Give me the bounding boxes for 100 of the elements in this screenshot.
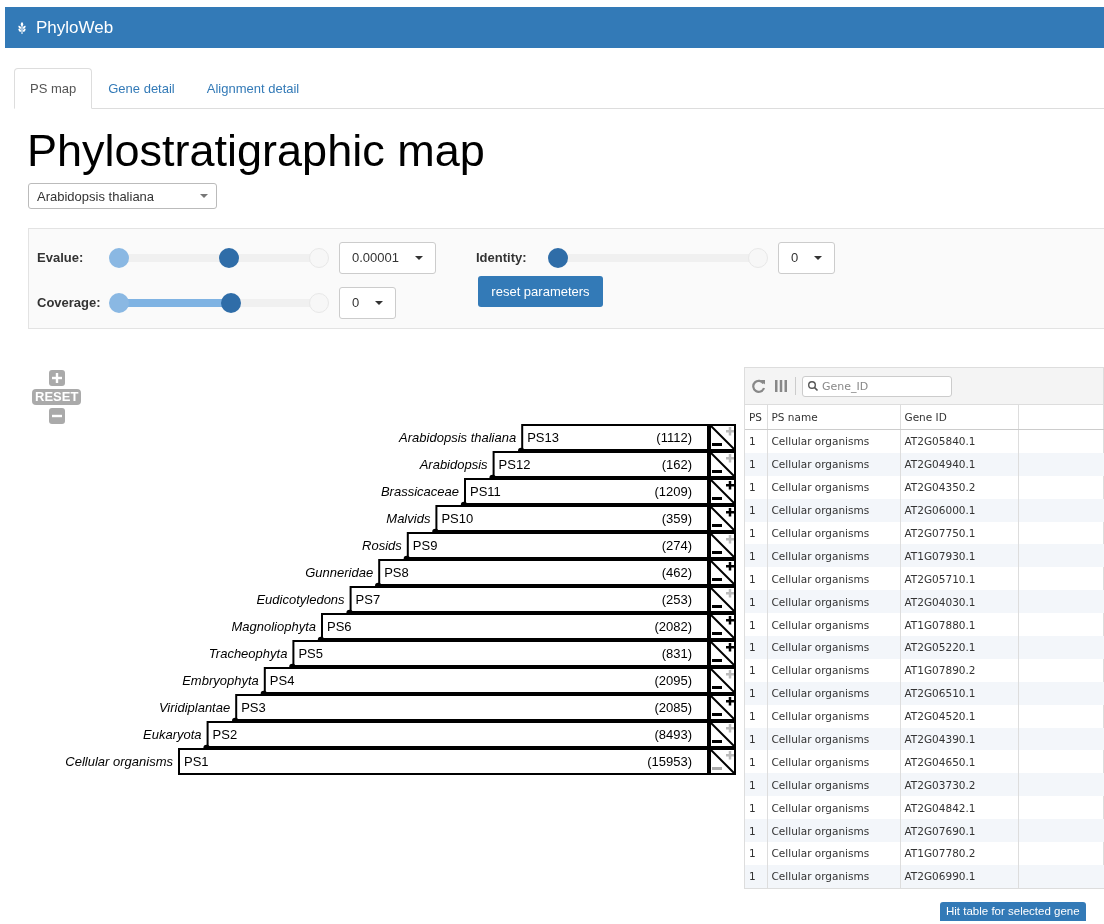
- collapse-expand-icon[interactable]: [709, 667, 736, 694]
- collapse-expand-icon[interactable]: [709, 532, 736, 559]
- table-cell: AT2G03730.2: [900, 773, 1018, 797]
- taxon-label: Viridiplantae: [158, 700, 231, 715]
- stratum-label: PS10: [441, 511, 474, 526]
- slider-handle[interactable]: [221, 292, 241, 313]
- stratum-bar[interactable]: [492, 451, 709, 478]
- table-cell: AT2G07690.1: [900, 819, 1018, 843]
- table-cell: Cellular organisms: [767, 544, 900, 568]
- range-slider[interactable]: [548, 246, 768, 269]
- table-cell: 1: [745, 704, 767, 728]
- slider-handle[interactable]: [219, 247, 239, 268]
- stratum-label: PS4: [269, 673, 295, 688]
- value-dropdown[interactable]: 0: [339, 286, 397, 319]
- taxon-label: Malvids: [386, 511, 431, 526]
- taxon-label: Tracheophyta: [208, 646, 288, 661]
- page-heading: Phylostratigraphic map: [27, 125, 486, 177]
- table-cell: 1: [745, 658, 767, 682]
- refresh-icon[interactable]: [751, 378, 767, 394]
- table-cell: 1: [745, 819, 767, 843]
- collapse-expand-icon[interactable]: [709, 640, 736, 667]
- filter-label: Coverage:: [37, 295, 102, 310]
- collapse-expand-icon[interactable]: [709, 694, 736, 721]
- stratum-label: PS7: [355, 592, 381, 607]
- slider-handle[interactable]: [109, 247, 129, 268]
- table-cell: 1: [745, 842, 767, 865]
- stratum-bar[interactable]: [321, 613, 709, 640]
- hit-table-button[interactable]: Hit table for selected gene: [940, 901, 1086, 921]
- column-header[interactable]: Gene ID: [900, 405, 1018, 430]
- column-header[interactable]: PS name: [767, 405, 900, 430]
- stratum-bar[interactable]: [206, 721, 709, 748]
- stratum-bar[interactable]: [521, 424, 709, 451]
- collapse-expand-icon[interactable]: [709, 451, 736, 478]
- stratum-bar[interactable]: [349, 586, 709, 613]
- stratum-bar[interactable]: [235, 694, 709, 721]
- gene-count: (162): [661, 457, 692, 472]
- column-header[interactable]: PS: [745, 405, 767, 430]
- stratum-bar[interactable]: [378, 559, 709, 586]
- table-cell: AT2G06510.1: [900, 681, 1018, 705]
- collapse-expand-icon[interactable]: [709, 748, 736, 775]
- stratum-bar[interactable]: [178, 748, 709, 775]
- range-slider[interactable]: [109, 291, 329, 314]
- table-cell: AT2G05840.1: [900, 429, 1018, 453]
- collapse-expand-icon[interactable]: [709, 505, 736, 532]
- stratum-bar[interactable]: [292, 640, 709, 667]
- table-cell: AT2G04520.1: [900, 704, 1018, 728]
- table-cell: 1: [745, 429, 767, 453]
- table-cell: Cellular organisms: [767, 590, 900, 614]
- gene-count: (253): [661, 592, 692, 607]
- collapse-expand-icon[interactable]: [709, 478, 736, 505]
- table-cell: AT2G04030.1: [900, 590, 1018, 614]
- gene-count: (831): [661, 646, 692, 661]
- table-cell: Cellular organisms: [767, 452, 900, 476]
- tab[interactable]: PS map: [14, 68, 93, 109]
- table-cell: AT1G07780.2: [900, 842, 1018, 865]
- gene-count: (1209): [654, 484, 692, 499]
- value-dropdown[interactable]: 0.00001: [339, 241, 436, 274]
- table-cell: Cellular organisms: [767, 819, 900, 843]
- tab[interactable]: Alignment detail: [190, 68, 316, 109]
- stratum-bar[interactable]: [464, 478, 709, 505]
- gene-count: (2082): [654, 619, 692, 634]
- search-field[interactable]: Gene_ID: [802, 375, 952, 397]
- table-cell: AT2G04940.1: [900, 452, 1018, 476]
- stratum-label: PS5: [298, 646, 323, 661]
- taxon-label: Rosids: [362, 538, 402, 553]
- reset-parameters-button[interactable]: reset parameters: [478, 276, 603, 307]
- table-cell: AT2G04350.2: [900, 475, 1018, 499]
- taxon-label: Magnoliophyta: [231, 619, 316, 634]
- species-select[interactable]: Arabidopsis thaliana: [28, 183, 217, 209]
- tab[interactable]: Gene detail: [92, 68, 191, 109]
- stratum-bar[interactable]: [263, 667, 709, 694]
- collapse-expand-icon[interactable]: [709, 559, 736, 586]
- slider-handle[interactable]: [109, 292, 129, 313]
- stratum-label: PS11: [470, 484, 501, 499]
- table-cell: AT2G06000.1: [900, 498, 1018, 522]
- collapse-expand-icon[interactable]: [709, 613, 736, 640]
- app-title[interactable]: PhyloWeb: [36, 17, 114, 38]
- gene-count: (359): [661, 511, 692, 526]
- columns-icon[interactable]: [773, 378, 789, 394]
- gene-count: (2085): [654, 700, 692, 715]
- table-cell: 1: [745, 773, 767, 797]
- value-dropdown[interactable]: 0: [778, 241, 836, 274]
- collapse-expand-icon[interactable]: [709, 586, 736, 613]
- table-cell: 1: [745, 727, 767, 751]
- stratum-bar[interactable]: [435, 505, 709, 532]
- table-cell: 1: [745, 681, 767, 705]
- slider-handle[interactable]: [548, 247, 568, 268]
- stratum-bar[interactable]: [406, 532, 709, 559]
- table-cell: AT2G05220.1: [900, 636, 1018, 659]
- table-cell: 1: [745, 590, 767, 614]
- table-cell: Cellular organisms: [767, 704, 900, 728]
- range-slider[interactable]: [109, 246, 329, 269]
- collapse-expand-icon[interactable]: [709, 721, 736, 748]
- table-cell: Cellular organisms: [767, 658, 900, 682]
- gene-count: (15953): [647, 754, 692, 769]
- taxon-label: Arabidopsis: [419, 457, 488, 472]
- collapse-expand-icon[interactable]: [709, 424, 736, 451]
- taxon-label: Embryophyta: [182, 673, 259, 688]
- gene-count: (274): [661, 538, 692, 553]
- table-cell: Cellular organisms: [767, 842, 900, 865]
